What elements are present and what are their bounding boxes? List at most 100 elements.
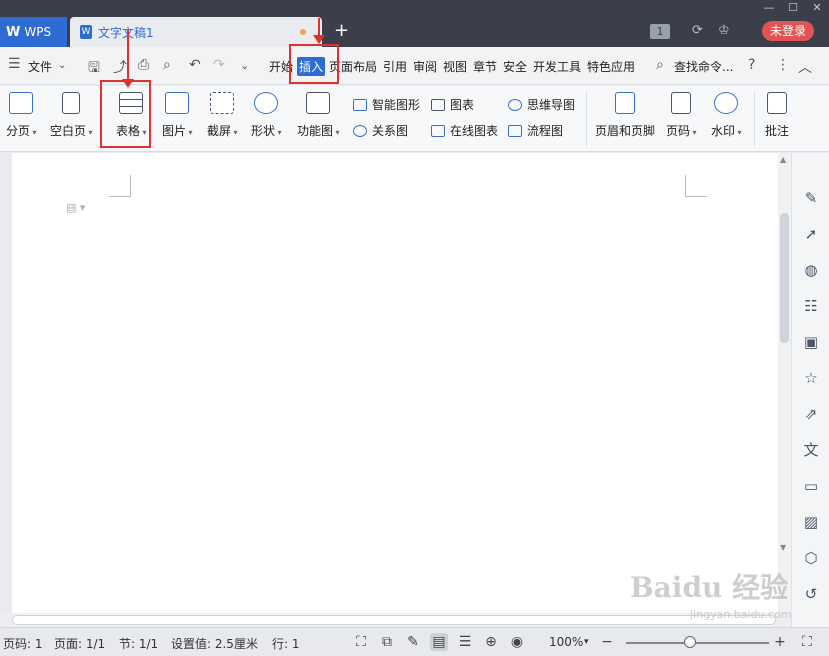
search-command[interactable]: 查找命令... [674, 58, 733, 75]
redo-icon[interactable]: ↷ [213, 57, 225, 73]
hamburger-menu-icon[interactable]: ☰ [8, 56, 21, 72]
smart-art-label: 智能图形 [372, 98, 421, 112]
new-tab-button[interactable]: + [334, 20, 349, 41]
online-chart-button[interactable]: 在线图表 [431, 122, 498, 139]
document-page[interactable]: ▤ ▾ [12, 153, 778, 613]
page-view-icon[interactable]: ▤ [430, 633, 448, 651]
zoom-slider-knob[interactable] [684, 636, 697, 648]
insert-tab-highlight [289, 44, 339, 84]
scroll-up-icon[interactable]: ▲ [780, 155, 786, 164]
file-menu[interactable]: 文件 [28, 58, 52, 75]
file-chevron-icon[interactable]: ⌄ [58, 60, 66, 71]
tab-review[interactable]: 审阅 [413, 58, 437, 75]
undo-icon[interactable]: ↶ [189, 57, 201, 73]
print-icon[interactable]: ⎙ [138, 57, 149, 73]
focus-mode-icon[interactable]: ⧉ [378, 633, 396, 651]
reading-mode-icon[interactable]: ◉ [508, 633, 526, 651]
zoom-chevron-icon[interactable]: ▾ [584, 637, 589, 647]
baidu-watermark-url: jingyan.baidu.com [690, 608, 792, 621]
export-icon[interactable]: ⤴ [113, 57, 127, 77]
shapes-icon [254, 92, 279, 114]
pen-icon[interactable]: ✎ [801, 188, 821, 208]
customize-icon[interactable]: ⌄ [240, 59, 249, 72]
online-chart-label: 在线图表 [450, 124, 499, 138]
horizontal-scrollbar[interactable] [0, 613, 791, 627]
pencil-icon[interactable]: ✎ [404, 633, 422, 651]
print-preview-icon[interactable]: ⌕ [163, 57, 171, 73]
document-tab[interactable]: W 文字文稿1 [70, 17, 322, 47]
screenshot-label: 截屏 [207, 122, 238, 139]
vertical-scroll-thumb[interactable] [780, 213, 789, 343]
fit-page-icon[interactable]: ⛶ [798, 633, 816, 651]
mind-map-button[interactable]: 思维导图 [508, 96, 575, 113]
help-icon[interactable]: ? [748, 57, 755, 73]
blank-page-button[interactable]: 空白页 [50, 92, 93, 139]
zoom-in-icon[interactable]: + [771, 633, 789, 651]
window-count-badge[interactable]: 1 [650, 24, 670, 39]
horizontal-scroll-thumb[interactable] [12, 615, 776, 625]
page-number-icon [671, 92, 692, 114]
header-footer-icon [615, 92, 635, 114]
right-sidebar: ✎ ➚ ◍ ☷ ▣ ☆ ⇗ 文 ▭ ▨ ⬡ ↺ [791, 153, 829, 627]
shield-icon[interactable]: ⬡ [801, 548, 821, 568]
share-icon[interactable]: ⇗ [801, 404, 821, 424]
gallery-icon[interactable]: ▣ [801, 332, 821, 352]
tab-special[interactable]: 特色应用 [587, 58, 635, 75]
page-break-button[interactable]: 分页 [6, 92, 37, 139]
screenshot-button[interactable]: 截屏 [207, 92, 238, 139]
search-icon[interactable]: ⌕ [656, 57, 664, 73]
collapse-ribbon-icon[interactable]: ︿ [798, 57, 812, 77]
star-icon[interactable]: ☆ [801, 368, 821, 388]
picture-button[interactable]: 图片 [162, 92, 193, 139]
scroll-down-icon[interactable]: ▼ [780, 543, 786, 552]
shirt-icon[interactable]: ♔ [718, 23, 730, 38]
comment-button[interactable]: 批注 [765, 92, 789, 139]
tab-developer[interactable]: 开发工具 [533, 58, 581, 75]
page-number-button[interactable]: 页码 [666, 92, 697, 139]
shape-icon[interactable]: ◍ [801, 260, 821, 280]
wps-app-tab[interactable]: W WPS [0, 17, 67, 47]
flowchart-label: 流程图 [527, 124, 564, 138]
smart-art-button[interactable]: 智能图形 [353, 96, 420, 113]
maximize-icon[interactable]: ☐ [781, 0, 805, 16]
more-icon[interactable]: ⋮ [776, 57, 790, 73]
tab-security[interactable]: 安全 [503, 58, 527, 75]
translate-icon[interactable]: 文 [801, 440, 821, 460]
select-cursor-icon[interactable]: ➚ [801, 224, 821, 244]
relation-chart-button[interactable]: 关系图 [353, 122, 408, 139]
minimize-icon[interactable]: — [757, 0, 781, 16]
paragraph-icon[interactable]: ▤ ▾ [66, 201, 85, 214]
image-icon[interactable]: ▨ [801, 512, 821, 532]
zoom-slider[interactable] [626, 642, 769, 644]
header-footer-button[interactable]: 页眉和页脚 [595, 92, 655, 139]
web-view-icon[interactable]: ⊕ [482, 633, 500, 651]
flowchart-button[interactable]: 流程图 [508, 122, 563, 139]
vertical-scrollbar[interactable]: ▲ ▼ [778, 153, 791, 613]
document-area: ▤ ▾ [0, 153, 791, 613]
function-chart-button[interactable]: 功能图 [297, 92, 340, 139]
tab-references[interactable]: 引用 [383, 58, 407, 75]
tab-chapter[interactable]: 章节 [473, 58, 497, 75]
outline-view-icon[interactable]: ☰ [456, 633, 474, 651]
fullscreen-icon[interactable]: ⛶ [352, 633, 370, 651]
chart-button[interactable]: 图表 [431, 96, 474, 113]
relation-chart-label: 关系图 [372, 124, 409, 138]
picture-label: 图片 [162, 122, 193, 139]
table-button-arrow-icon [122, 30, 134, 88]
status-row: 行: 1 [272, 637, 300, 651]
wps-app-label: WPS [24, 25, 52, 39]
flowchart-icon [508, 124, 522, 137]
skin-icon[interactable]: ⟳ [692, 23, 703, 38]
settings-sliders-icon[interactable]: ☷ [801, 296, 821, 316]
save-icon[interactable]: 🖫 [88, 57, 100, 81]
zoom-select[interactable]: 100% [549, 635, 583, 649]
shapes-button[interactable]: 形状 [251, 92, 282, 139]
history-icon[interactable]: ↺ [801, 584, 821, 604]
relation-chart-icon [353, 124, 367, 137]
close-icon[interactable]: ✕ [805, 0, 829, 16]
login-button[interactable]: 未登录 [762, 21, 814, 41]
archive-icon[interactable]: ▭ [801, 476, 821, 496]
tab-view[interactable]: 视图 [443, 58, 467, 75]
watermark-button[interactable]: 水印 [711, 92, 742, 139]
zoom-out-icon[interactable]: − [598, 633, 616, 651]
